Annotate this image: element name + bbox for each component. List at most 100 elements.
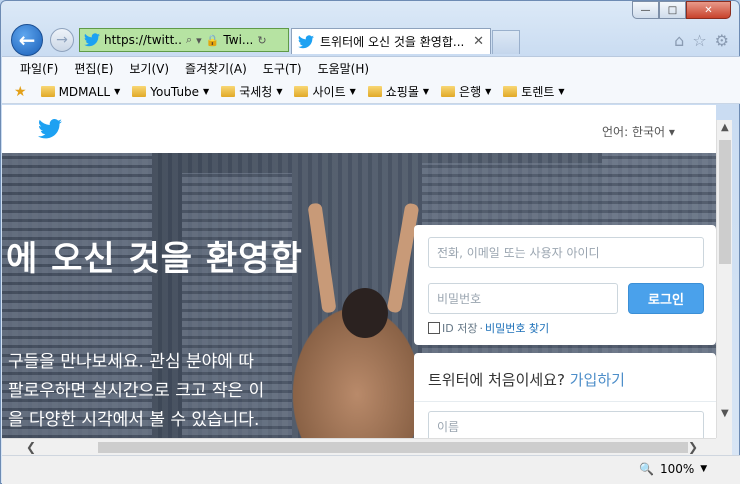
folder-icon xyxy=(294,86,309,97)
page-content: 언어: 한국어 ▾ 에 오신 것을 환영합 구들을 만나보세요. 관심 분야에 … xyxy=(2,105,716,438)
remember-checkbox[interactable] xyxy=(428,322,440,334)
scroll-up-icon[interactable]: ▲ xyxy=(721,122,729,133)
window-controls: — □ ✕ xyxy=(632,1,731,19)
chevron-down-icon: ▼ xyxy=(114,87,121,96)
favorite-sites[interactable]: 사이트 ▼ xyxy=(288,83,361,100)
folder-icon xyxy=(221,86,236,97)
new-tab-button[interactable] xyxy=(492,30,520,54)
close-button[interactable]: ✕ xyxy=(686,1,731,19)
hero-line: 을 다양한 시각에서 볼 수 있습니다. xyxy=(8,410,260,430)
menu-favorites[interactable]: 즐겨찾기(A) xyxy=(177,60,255,77)
favorites-bar: ★ MDMALL ▼ YouTube ▼ 국세청 ▼ 사이트 ▼ 쇼핑몰 ▼ 은행 ▼ 토렌… xyxy=(2,80,740,104)
folder-icon xyxy=(132,86,147,97)
zoom-icon: 🔍 xyxy=(639,462,654,476)
site-identity[interactable]: Twi... xyxy=(223,33,253,47)
zoom-level: 100% xyxy=(659,462,695,476)
tab-close-icon[interactable]: ✕ xyxy=(473,34,484,49)
tab-title: 트위터에 오신 것을 환영합... xyxy=(320,35,465,49)
favorite-bank[interactable]: 은행 ▼ xyxy=(435,83,497,100)
favorite-label: 사이트 xyxy=(312,85,346,99)
menu-tools[interactable]: 도구(T) xyxy=(255,60,310,77)
address-bar[interactable]: https://twitt... ⌕ ▾ 🔒 Twi... ↻ xyxy=(79,28,289,52)
browser-window: — □ ✕ ← → https://twitt... ⌕ ▾ 🔒 Twi... … xyxy=(0,0,740,484)
scroll-left-icon[interactable]: ❮ xyxy=(26,440,36,454)
forgot-password-link[interactable]: 비밀번호 찾기 xyxy=(485,320,549,336)
refresh-icon[interactable]: ↻ xyxy=(257,34,266,47)
scrollbar-thumb[interactable] xyxy=(98,442,688,453)
hero-line: 팔로우하면 실시간으로 크고 작은 이 xyxy=(8,381,265,401)
back-arrow-icon: ← xyxy=(18,28,36,52)
favorite-label: 쇼핑몰 xyxy=(385,85,419,99)
login-form: 전화, 이메일 또는 사용자 아이디 비밀번호 로그인 ID 저장 · 비밀번호… xyxy=(414,225,716,345)
login-button[interactable]: 로그인 xyxy=(628,283,704,314)
hero-description: 구들을 만나보세요. 관심 분야에 따 팔로우하면 실시간으로 크고 작은 이 … xyxy=(8,348,264,435)
favorite-nts[interactable]: 국세청 ▼ xyxy=(215,83,288,100)
divider xyxy=(414,401,716,402)
search-icon[interactable]: ⌕ xyxy=(186,33,192,47)
scroll-down-icon[interactable]: ▼ xyxy=(721,408,729,419)
menu-file[interactable]: 파일(F) xyxy=(12,60,66,77)
url-text[interactable]: https://twitt... xyxy=(104,33,182,47)
twitter-favicon-icon xyxy=(298,34,314,48)
remember-label[interactable]: ID 저장 xyxy=(442,320,477,336)
favorite-shopping[interactable]: 쇼핑몰 ▼ xyxy=(362,83,435,100)
chevron-down-icon: ▼ xyxy=(485,87,492,96)
signup-question: 트위터에 처음이세요? xyxy=(428,371,565,389)
zoom-control[interactable]: 🔍 100% ▼ xyxy=(639,462,707,476)
signup-link[interactable]: 가입하기 xyxy=(570,371,625,389)
favorite-label: YouTube xyxy=(150,84,200,99)
folder-icon xyxy=(503,86,518,97)
person-head xyxy=(342,288,388,338)
favorite-label: 국세청 xyxy=(239,85,273,99)
hero-line: 구들을 만나보세요. 관심 분야에 따 xyxy=(8,352,254,372)
favorite-label: 은행 xyxy=(459,85,482,99)
password-input[interactable]: 비밀번호 xyxy=(428,283,618,314)
favorite-youtube[interactable]: YouTube ▼ xyxy=(126,85,215,99)
back-button[interactable]: ← xyxy=(11,24,43,56)
home-icon[interactable]: ⌂ xyxy=(674,31,684,50)
favorite-torrent[interactable]: 토렌트 ▼ xyxy=(497,83,570,100)
site-header: 언어: 한국어 ▾ xyxy=(2,105,716,153)
tab-twitter[interactable]: 트위터에 오신 것을 환영합... ✕ xyxy=(291,28,491,54)
folder-icon xyxy=(40,86,55,97)
minimize-button[interactable]: — xyxy=(632,1,659,19)
favorite-mdmall[interactable]: MDMALL ▼ xyxy=(35,85,127,99)
scrollbar-corner xyxy=(716,438,732,455)
menu-view[interactable]: 보기(V) xyxy=(121,60,177,77)
maximize-button[interactable]: □ xyxy=(659,1,686,19)
horizontal-scrollbar[interactable]: ❮ ❯ xyxy=(2,438,716,455)
twitter-favicon-icon xyxy=(84,33,100,47)
hero-title: 에 오신 것을 환영합 xyxy=(6,239,303,279)
separator-dot: · xyxy=(479,321,483,335)
gear-icon[interactable]: ⚙ xyxy=(715,31,729,50)
forward-arrow-icon: → xyxy=(56,32,68,48)
favorite-label: MDMALL xyxy=(58,84,111,99)
twitter-logo-icon[interactable] xyxy=(38,119,62,139)
chevron-down-icon[interactable]: ▼ xyxy=(700,464,707,474)
folder-icon xyxy=(441,86,456,97)
folder-icon xyxy=(367,86,382,97)
language-selector[interactable]: 언어: 한국어 ▾ xyxy=(602,123,675,140)
signup-form: 트위터에 처음이세요? 가입하기 이름 xyxy=(414,353,716,438)
menu-bar: 파일(F) 편집(E) 보기(V) 즐겨찾기(A) 도구(T) 도움말(H) xyxy=(2,56,740,80)
vertical-scrollbar[interactable]: ▲ ▼ xyxy=(716,120,732,438)
menu-edit[interactable]: 편집(E) xyxy=(66,60,121,77)
scrollbar-thumb[interactable] xyxy=(719,140,731,264)
remember-row: ID 저장 · 비밀번호 찾기 xyxy=(428,320,549,336)
status-bar: 🔍 100% ▼ xyxy=(2,455,740,484)
forward-button[interactable]: → xyxy=(50,28,74,52)
menu-help[interactable]: 도움말(H) xyxy=(310,60,378,77)
chevron-down-icon: ▼ xyxy=(203,87,210,96)
favorites-star-icon[interactable]: ★ xyxy=(14,84,27,100)
toolbar-icons: ⌂ ☆ ⚙ xyxy=(674,31,729,50)
signup-prompt: 트위터에 처음이세요? 가입하기 xyxy=(428,369,625,390)
lock-icon[interactable]: 🔒 xyxy=(206,34,220,47)
name-input[interactable]: 이름 xyxy=(428,411,704,438)
chevron-down-icon: ▼ xyxy=(276,87,283,96)
username-input[interactable]: 전화, 이메일 또는 사용자 아이디 xyxy=(428,237,704,268)
dropdown-arrow-icon[interactable]: ▾ xyxy=(196,34,202,47)
scroll-right-icon[interactable]: ❯ xyxy=(688,440,698,454)
chevron-down-icon: ▼ xyxy=(422,87,430,96)
favorites-star-icon[interactable]: ☆ xyxy=(692,31,706,50)
favorite-label: 토렌트 xyxy=(521,85,555,99)
